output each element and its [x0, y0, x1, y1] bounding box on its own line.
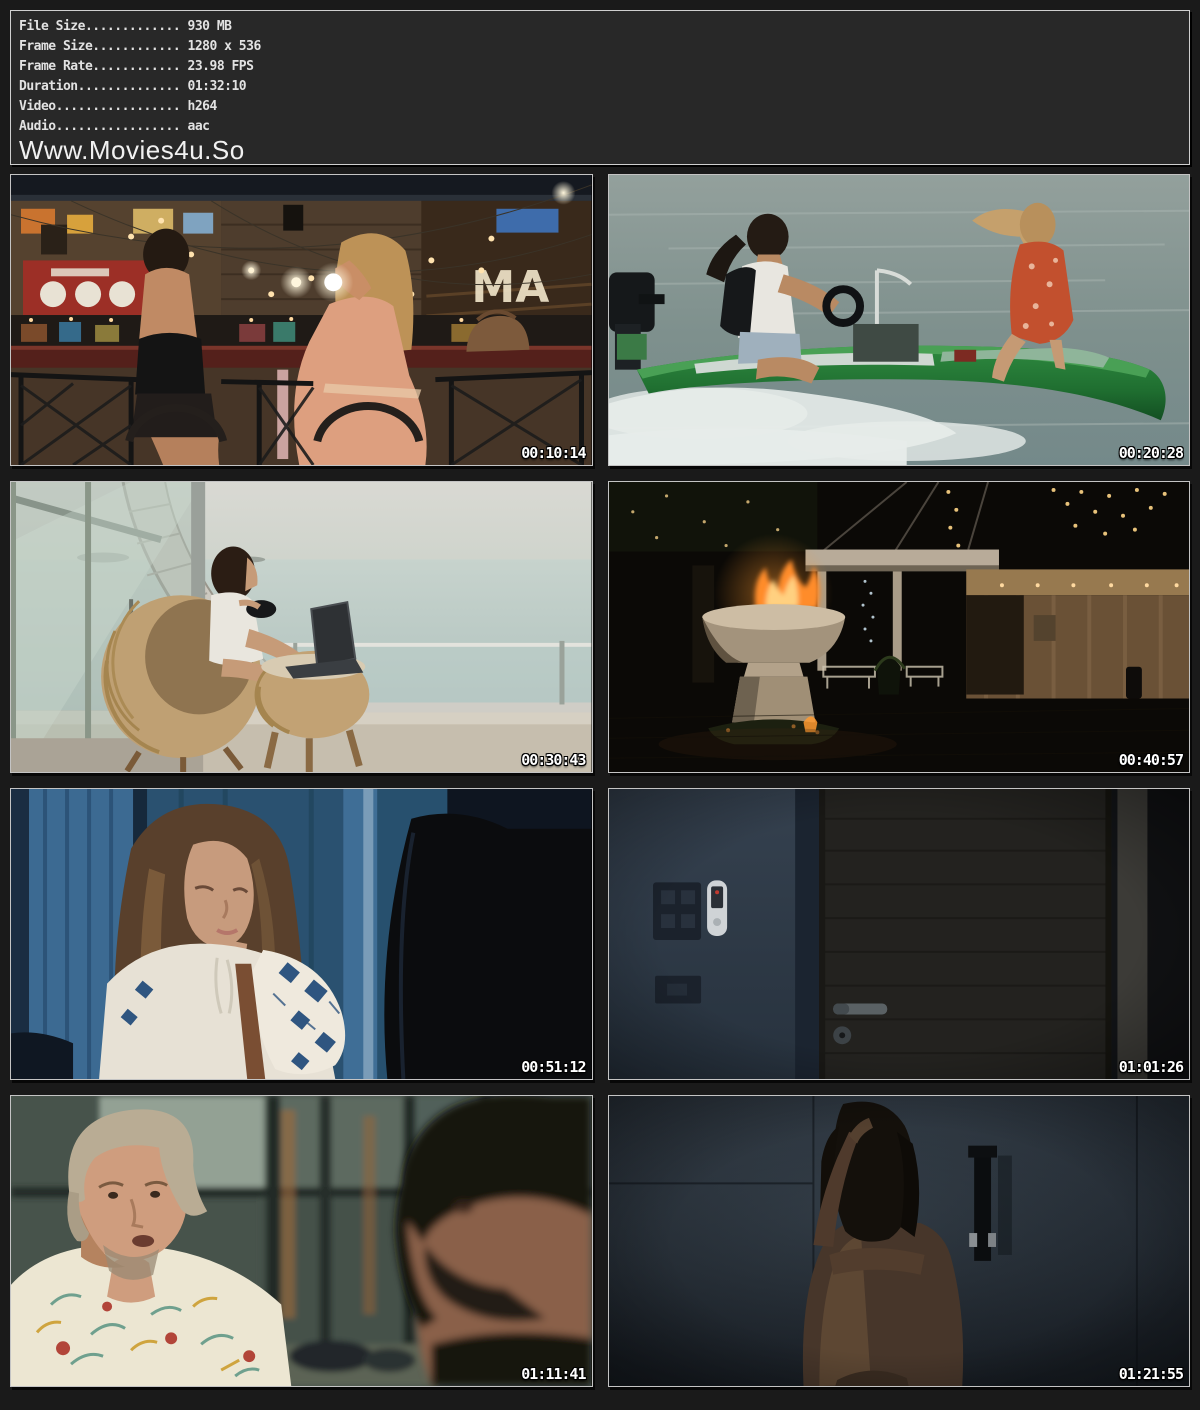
scene-two-men	[11, 1096, 592, 1386]
audio-codec-line: Audio................. aac	[19, 117, 1181, 137]
screenshot-thumbnail-7[interactable]: 01:11:41	[10, 1095, 593, 1387]
scene-green-boat	[609, 175, 1190, 465]
screenshot-thumbnail-5[interactable]: 00:51:12	[10, 788, 593, 1080]
duration-line: Duration.............. 01:32:10	[19, 77, 1181, 97]
file-info-panel: File Size............. 930 MB Frame Size…	[10, 10, 1190, 165]
screenshot-thumbnail-6[interactable]: 01:01:26	[608, 788, 1191, 1080]
younger-man	[395, 1096, 591, 1386]
timestamp-overlay: 00:30:43	[521, 753, 585, 768]
scene-dark-door	[609, 789, 1190, 1079]
screenshot-grid: MA	[10, 174, 1190, 1387]
scene-balcony-laptop	[11, 482, 592, 772]
timestamp-overlay: 00:10:14	[521, 446, 585, 461]
file-size-line: File Size............. 930 MB	[19, 17, 1181, 37]
timestamp-overlay: 01:21:55	[1119, 1367, 1183, 1382]
timestamp-overlay: 00:40:57	[1119, 753, 1183, 768]
scene-blouse-woman	[11, 789, 592, 1079]
screenshot-thumbnail-3[interactable]: 00:30:43	[10, 481, 593, 773]
video-codec-line: Video................. h264	[19, 97, 1181, 117]
screenshot-thumbnail-2[interactable]: 00:20:28	[608, 174, 1191, 466]
scene-fire-fountain	[609, 482, 1190, 772]
timestamp-overlay: 01:01:26	[1119, 1060, 1183, 1075]
timestamp-overlay: 00:51:12	[521, 1060, 585, 1075]
frame-size-line: Frame Size............ 1280 x 536	[19, 37, 1181, 57]
screenshot-thumbnail-1[interactable]: MA	[10, 174, 593, 466]
timestamp-overlay: 01:11:41	[521, 1367, 585, 1382]
silhouette	[384, 814, 591, 1079]
scene-night-market: MA	[11, 175, 592, 465]
screenshot-thumbnail-4[interactable]: 00:40:57	[608, 481, 1191, 773]
timestamp-overlay: 00:20:28	[1119, 446, 1183, 461]
scene-shower	[609, 1096, 1190, 1386]
site-watermark: Www.Movies4u.So	[19, 137, 1181, 164]
screenshot-thumbnail-8[interactable]: 01:21:55	[608, 1095, 1191, 1387]
frame-rate-line: Frame Rate............ 23.98 FPS	[19, 57, 1181, 77]
